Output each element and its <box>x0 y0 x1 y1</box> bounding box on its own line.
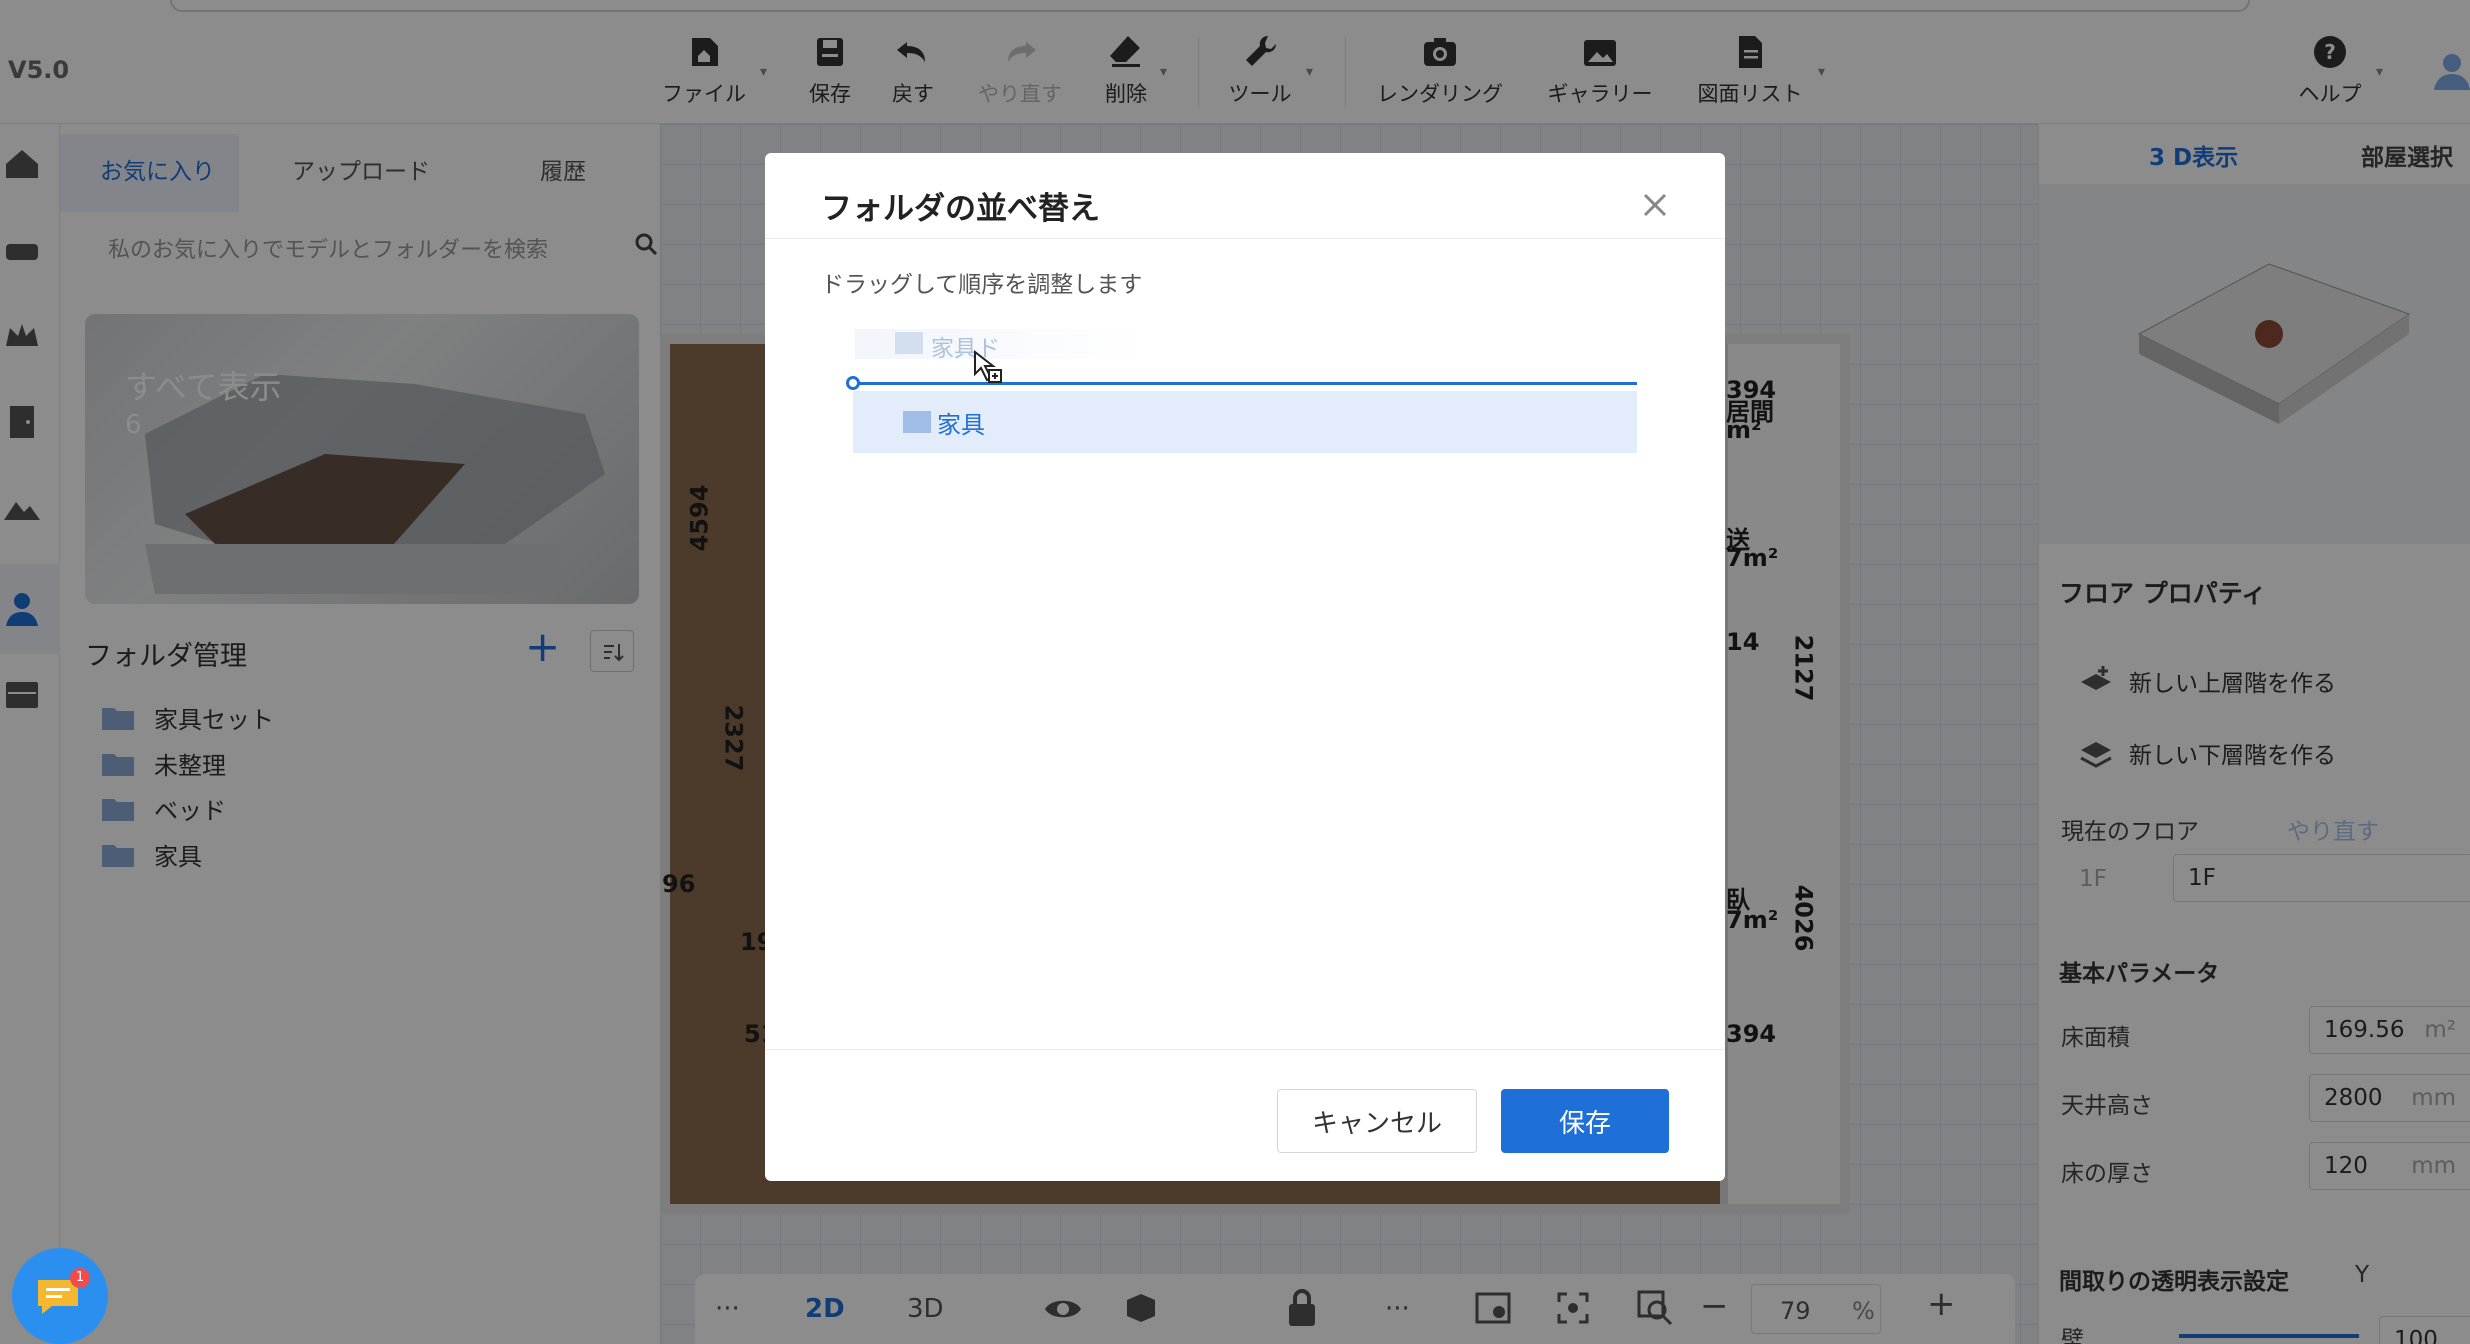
sortable-folder-label: 家具 <box>937 411 985 439</box>
sortable-folder-row[interactable]: 家具 <box>853 391 1637 453</box>
dialog-title: フォルダの並べ替え <box>821 191 1100 227</box>
chat-badge: 1 <box>70 1268 90 1288</box>
close-icon[interactable] <box>1635 185 1675 225</box>
dialog-header-divider <box>765 238 1725 239</box>
dialog-hint: ドラッグして順序を調整します <box>821 272 1143 298</box>
drop-indicator-dot <box>846 376 860 390</box>
chat-button[interactable]: 1 <box>12 1248 108 1344</box>
cancel-button[interactable]: キャンセル <box>1277 1089 1477 1153</box>
dialog-footer-divider <box>765 1049 1725 1050</box>
folder-icon <box>903 411 931 433</box>
folder-icon <box>895 332 923 354</box>
save-button[interactable]: 保存 <box>1501 1089 1669 1153</box>
app-root: V5.0 ファイル ▾ 保存 戻す やり直す 削除 ▾ ツール ▾ レンダリング… <box>0 0 2470 1344</box>
reorder-folders-dialog: フォルダの並べ替え ドラッグして順序を調整します 家具ド 家具 キャンセル 保存 <box>765 153 1725 1181</box>
drag-cursor-icon <box>974 350 1002 383</box>
